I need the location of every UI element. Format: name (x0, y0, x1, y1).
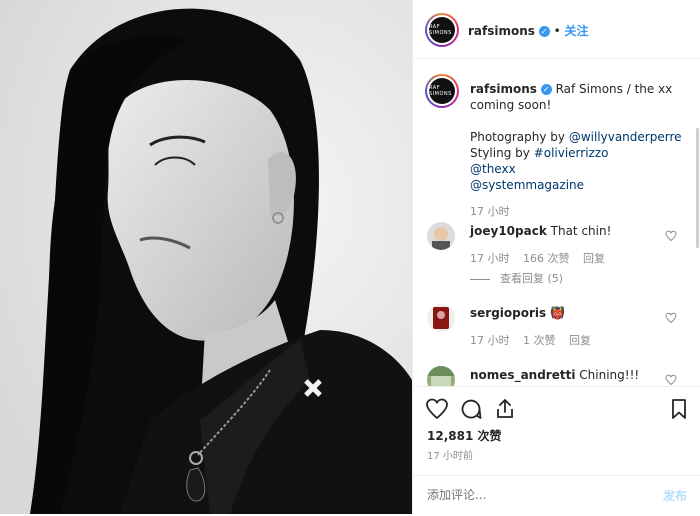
comment-row: joey10pack That chin! (470, 224, 660, 238)
caption-avatar: RAF SIMONS (429, 78, 455, 104)
post-time[interactable]: 17 小时前 (427, 447, 473, 462)
photographer-link[interactable]: @willyvanderperre (569, 130, 682, 144)
photography-prefix: Photography by (470, 130, 569, 144)
comments-list[interactable]: RAF SIMONS rafsimons ✓ Raf Simons / the … (413, 58, 700, 386)
view-replies-label[interactable]: 查看回复 (5) (500, 272, 563, 285)
comment-meta: 17 小时 166 次赞 回复 (470, 250, 605, 266)
comment-reply-button[interactable]: 回复 (583, 252, 605, 265)
comment-bubble-icon[interactable] (459, 397, 483, 421)
comment-input[interactable] (427, 488, 627, 502)
comment-row: nomes_andretti Chining!!! (470, 368, 660, 382)
caption-line-1: rafsimons ✓ Raf Simons / the xx coming s… (470, 81, 685, 113)
instagram-post-modal: RAF SIMONS rafsimons ✓ • 关注 RAF SIMONS r… (0, 0, 700, 514)
comment-username[interactable]: sergioporis (470, 306, 546, 320)
avatar-text: RAF SIMONS (429, 24, 452, 36)
comment-text: Chining!!! (579, 368, 640, 382)
comment-text: 👹 (549, 306, 565, 320)
thexx-link[interactable]: @thexx (470, 162, 516, 176)
comment-likes[interactable]: 166 次赞 (523, 252, 570, 265)
comment-avatar[interactable] (427, 222, 455, 250)
caption-story-ring[interactable]: RAF SIMONS (425, 74, 459, 108)
like-heart-icon[interactable] (425, 397, 449, 421)
header-username[interactable]: rafsimons (468, 24, 535, 38)
replies-divider (470, 278, 490, 280)
comment-meta: 17 小时 1 次赞 回复 (470, 332, 591, 348)
caption-avatar-text: RAF SIMONS (429, 85, 452, 97)
comment-avatar[interactable] (427, 304, 455, 332)
avatar-face-icon (432, 227, 450, 250)
comments-scrollbar[interactable] (696, 128, 699, 248)
comment-username[interactable]: joey10pack (470, 224, 547, 238)
comment-time[interactable]: 17 小时 (470, 334, 510, 347)
portrait-image (0, 0, 412, 514)
verified-badge-icon: ✓ (538, 26, 550, 37)
story-ring[interactable]: RAF SIMONS (425, 13, 459, 47)
comment-time[interactable]: 17 小时 (470, 252, 510, 265)
avatar-icon (427, 366, 455, 386)
view-replies[interactable]: 查看回复 (5) (470, 270, 563, 286)
bookmark-icon[interactable] (667, 397, 691, 421)
comment-row: sergioporis 👹 (470, 306, 660, 320)
post-side-panel: RAF SIMONS rafsimons ✓ • 关注 RAF SIMONS r… (412, 0, 700, 514)
stylist-hashtag-link[interactable]: #olivierrizzo (534, 146, 609, 160)
post-comment-button[interactable]: 发布 (663, 487, 687, 504)
comment-reply-button[interactable]: 回复 (569, 334, 591, 347)
comment-text: That chin! (550, 224, 612, 238)
systemmagazine-link[interactable]: @systemmagazine (470, 178, 584, 192)
post-actions: 12,881 次赞 17 小时前 发布 (413, 386, 700, 515)
comment-heart-icon[interactable] (665, 230, 677, 242)
comment-username[interactable]: nomes_andretti (470, 368, 575, 382)
likes-count[interactable]: 12,881 次赞 (427, 427, 502, 444)
post-header: RAF SIMONS rafsimons ✓ • 关注 (413, 0, 700, 59)
comment-avatar[interactable] (427, 366, 455, 386)
post-photo[interactable] (0, 0, 412, 514)
verified-badge-icon: ✓ (540, 84, 552, 95)
comment-heart-icon[interactable] (665, 374, 677, 386)
avatar: RAF SIMONS (429, 17, 455, 43)
caption-line-styling: Styling by #olivierrizzo (470, 145, 685, 161)
styling-prefix: Styling by (470, 146, 534, 160)
caption-line-photography: Photography by @willyvanderperre (470, 129, 685, 145)
comment-box: 发布 (413, 475, 700, 516)
avatar-icon (433, 307, 449, 329)
follow-button[interactable]: 关注 (565, 24, 589, 38)
caption-time[interactable]: 17 小时 (470, 205, 510, 218)
caption-username[interactable]: rafsimons (470, 82, 537, 96)
comment-likes[interactable]: 1 次赞 (523, 334, 556, 347)
caption-text-block: rafsimons ✓ Raf Simons / the xx coming s… (470, 81, 685, 220)
header-separator: • (553, 24, 561, 38)
header-user-line: rafsimons ✓ • 关注 (468, 22, 589, 39)
comment-heart-icon[interactable] (665, 312, 677, 324)
share-icon[interactable] (493, 397, 517, 421)
